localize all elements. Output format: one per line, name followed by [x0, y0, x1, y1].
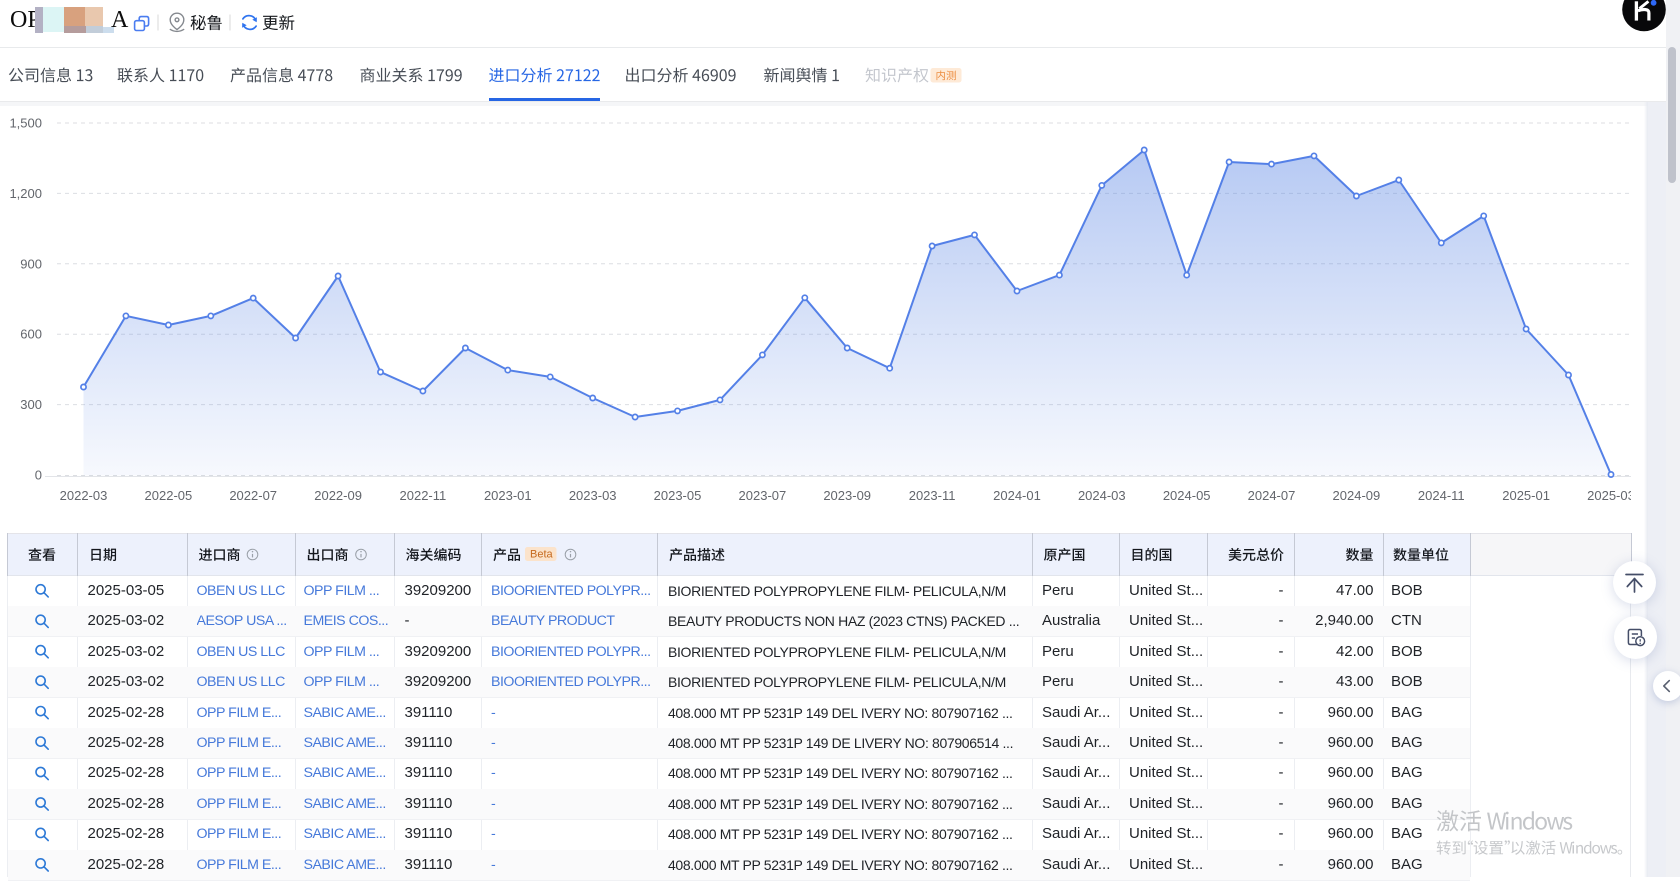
- svg-text:2024-11: 2024-11: [1418, 488, 1465, 503]
- svg-text:2022-07: 2022-07: [229, 488, 277, 503]
- svg-text:2022-05: 2022-05: [145, 488, 193, 503]
- svg-text:2024-03: 2024-03: [1078, 488, 1126, 503]
- svg-text:2024-05: 2024-05: [1163, 488, 1211, 503]
- svg-text:2023-11: 2023-11: [909, 488, 956, 503]
- svg-text:2022-11: 2022-11: [400, 488, 447, 503]
- svg-text:2024-09: 2024-09: [1333, 488, 1381, 503]
- svg-text:900: 900: [20, 256, 42, 271]
- svg-text:2025-03: 2025-03: [1587, 488, 1631, 503]
- svg-text:2024-07: 2024-07: [1248, 488, 1296, 503]
- svg-text:600: 600: [20, 327, 42, 342]
- svg-text:2022-03: 2022-03: [60, 488, 108, 503]
- svg-text:1,200: 1,200: [9, 186, 42, 201]
- svg-text:1,500: 1,500: [9, 116, 42, 131]
- svg-text:2023-07: 2023-07: [739, 488, 787, 503]
- svg-text:300: 300: [20, 397, 42, 412]
- svg-text:2025-01: 2025-01: [1502, 488, 1550, 503]
- svg-text:2023-01: 2023-01: [484, 488, 532, 503]
- svg-text:2023-05: 2023-05: [654, 488, 702, 503]
- svg-text:2023-03: 2023-03: [569, 488, 617, 503]
- svg-text:0: 0: [35, 468, 42, 483]
- svg-text:2022-09: 2022-09: [314, 488, 362, 503]
- svg-text:2024-01: 2024-01: [993, 488, 1041, 503]
- svg-text:2023-09: 2023-09: [823, 488, 871, 503]
